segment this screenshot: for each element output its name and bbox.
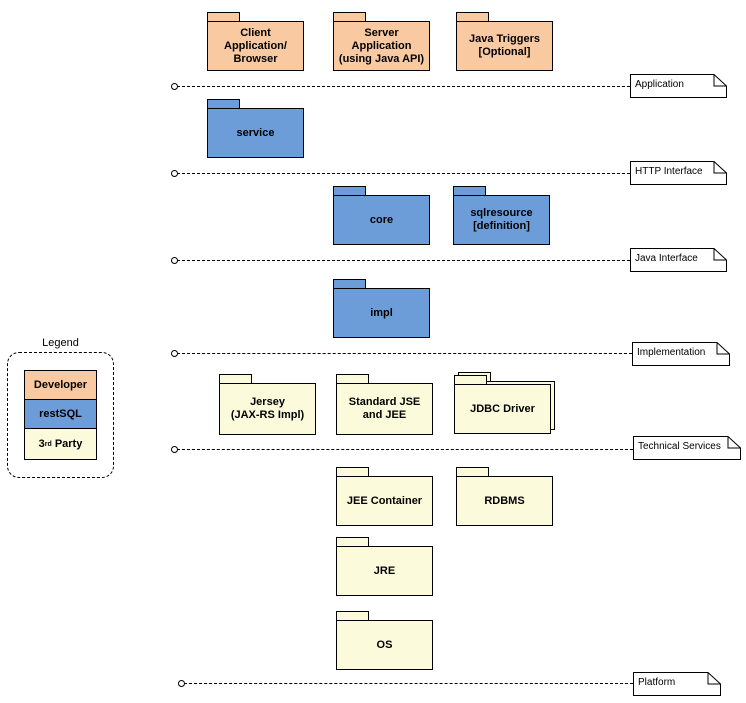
package-label: core <box>333 195 430 245</box>
layer-endpoint-icon <box>171 83 178 90</box>
layer-label-technical-services: Technical Services <box>633 436 741 460</box>
package-label: RDBMS <box>456 476 553 526</box>
package-label: JRE <box>336 546 433 596</box>
package-label: Client Application/ Browser <box>207 21 304 71</box>
layer-line-implementation <box>177 353 632 354</box>
layer-line-technical-services <box>177 449 633 450</box>
layer-label-text: Java Interface <box>635 253 698 264</box>
package-label: JEE Container <box>336 476 433 526</box>
layer-label-text: Application <box>635 79 684 90</box>
package-label: OS <box>336 620 433 670</box>
legend-item-developer: Developer <box>24 370 97 400</box>
layer-endpoint-icon <box>171 446 178 453</box>
layer-endpoint-icon <box>171 257 178 264</box>
package-label: Standard JSE and JEE <box>336 383 433 435</box>
package-label: JDBC Driver <box>454 384 551 434</box>
layer-label-text: Technical Services <box>638 441 721 452</box>
layer-label-platform: Platform <box>633 672 721 696</box>
legend-item-third-party: 3rd Party <box>24 428 97 460</box>
layer-line-platform <box>184 683 633 684</box>
layer-label-implementation: Implementation <box>632 342 730 366</box>
layer-line-java-interface <box>177 260 630 261</box>
package-label: sqlresource [definition] <box>453 195 550 245</box>
package-label: Jersey (JAX-RS Impl) <box>219 383 316 435</box>
layer-label-text: HTTP Interface <box>635 166 703 177</box>
legend-item-restsql: restSQL <box>24 399 97 429</box>
package-label: service <box>207 108 304 158</box>
package-label: impl <box>333 288 430 338</box>
layer-endpoint-icon <box>171 170 178 177</box>
legend-title: Legend <box>42 337 79 349</box>
layer-label-text: Platform <box>638 677 676 688</box>
legend-third-rest: Party <box>51 438 83 450</box>
package-label: Server Application (using Java API) <box>333 21 430 71</box>
legend-third-sup: rd <box>44 440 52 448</box>
layer-line-application <box>177 86 630 87</box>
layer-endpoint-icon <box>171 350 178 357</box>
layer-line-http-interface <box>177 173 630 174</box>
layer-label-application: Application <box>630 74 727 98</box>
layer-label-text: Implementation <box>637 347 706 358</box>
package-label: Java Triggers [Optional] <box>456 21 553 71</box>
layer-endpoint-icon <box>178 680 185 687</box>
layer-label-http-interface: HTTP Interface <box>630 161 727 185</box>
layer-label-java-interface: Java Interface <box>630 248 727 272</box>
